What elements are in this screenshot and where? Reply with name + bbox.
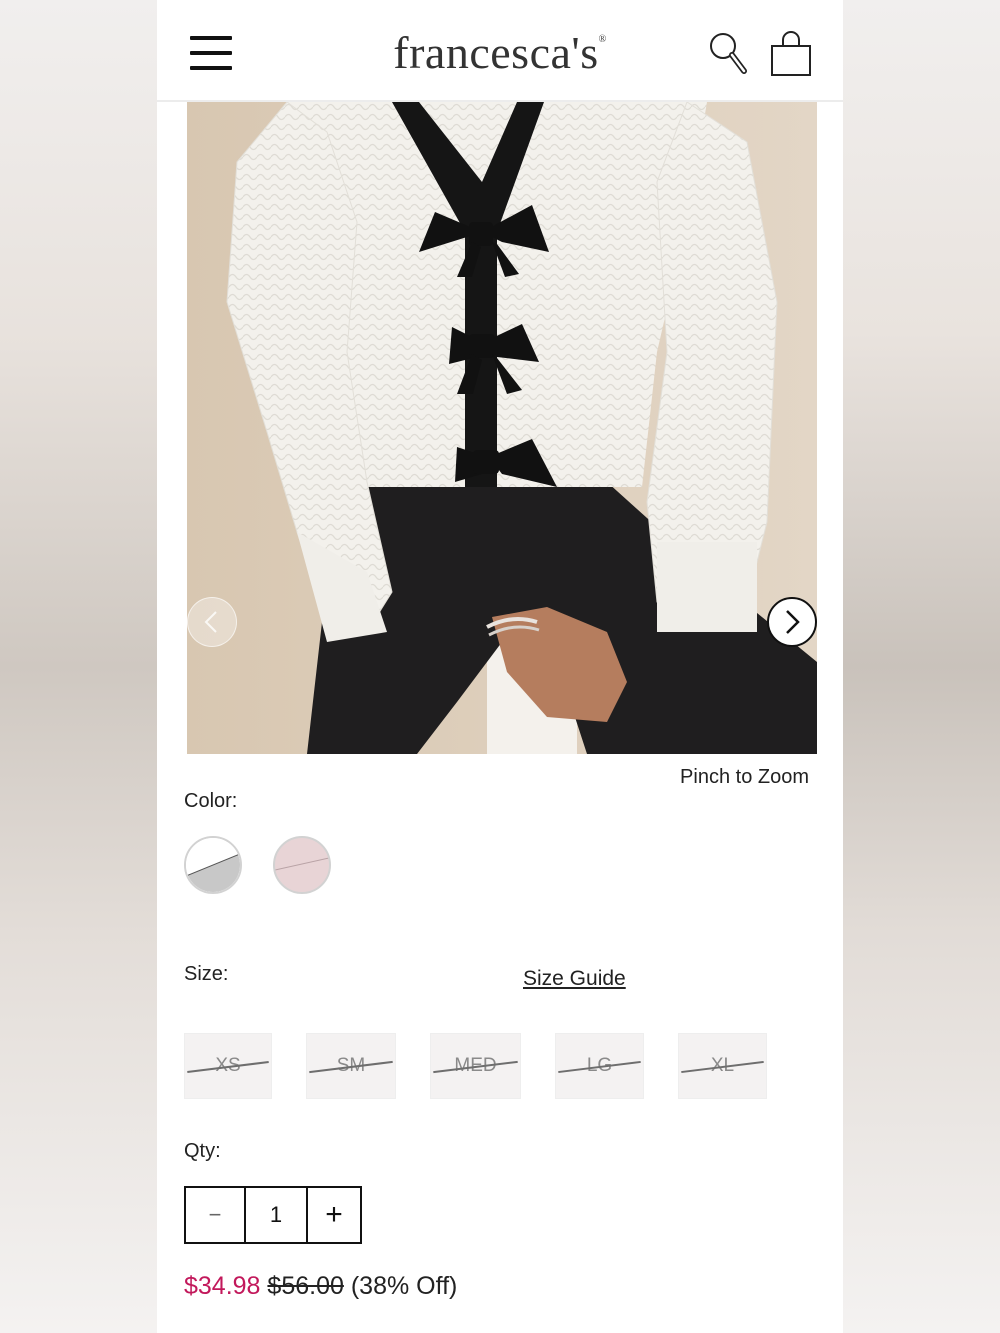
qty-value[interactable]: 1: [246, 1188, 308, 1242]
chevron-left-icon: [204, 611, 217, 633]
background-blur-left: [0, 0, 157, 1333]
color-swatch-white-black[interactable]: [184, 836, 242, 894]
size-option-sm[interactable]: SM: [306, 1033, 396, 1099]
pinch-to-zoom-hint: Pinch to Zoom: [680, 766, 809, 788]
price-row: $34.98 $56.00 (38% Off): [184, 1272, 457, 1301]
qty-label: Qty:: [184, 1140, 221, 1162]
product-page: francesca's® Pinch to Zoom Color: Size: …: [157, 0, 843, 1333]
qty-decrement-button[interactable]: −: [186, 1188, 246, 1242]
size-option-xs[interactable]: XS: [184, 1033, 272, 1099]
site-header: francesca's®: [157, 4, 843, 102]
size-label: Size:: [184, 963, 229, 985]
sale-price: $34.98: [184, 1272, 261, 1300]
size-option-med[interactable]: MED: [430, 1033, 521, 1099]
shopping-bag-icon[interactable]: [768, 30, 814, 78]
size-guide-link[interactable]: Size Guide: [523, 967, 626, 991]
color-swatch-blush[interactable]: [273, 836, 331, 894]
gallery-prev-button[interactable]: [187, 597, 237, 647]
qty-increment-button[interactable]: +: [308, 1188, 360, 1242]
size-option-lg[interactable]: LG: [555, 1033, 644, 1099]
discount-label: (38% Off): [350, 1272, 458, 1300]
gallery-next-button[interactable]: [767, 597, 817, 647]
original-price: $56.00: [267, 1272, 344, 1300]
quantity-stepper: − 1 +: [184, 1186, 362, 1244]
product-image[interactable]: [187, 102, 817, 754]
background-blur-right: [843, 0, 1000, 1333]
chevron-right-icon: [786, 610, 800, 634]
search-icon[interactable]: [708, 31, 748, 77]
color-label: Color:: [184, 790, 238, 812]
size-option-xl[interactable]: XL: [678, 1033, 767, 1099]
